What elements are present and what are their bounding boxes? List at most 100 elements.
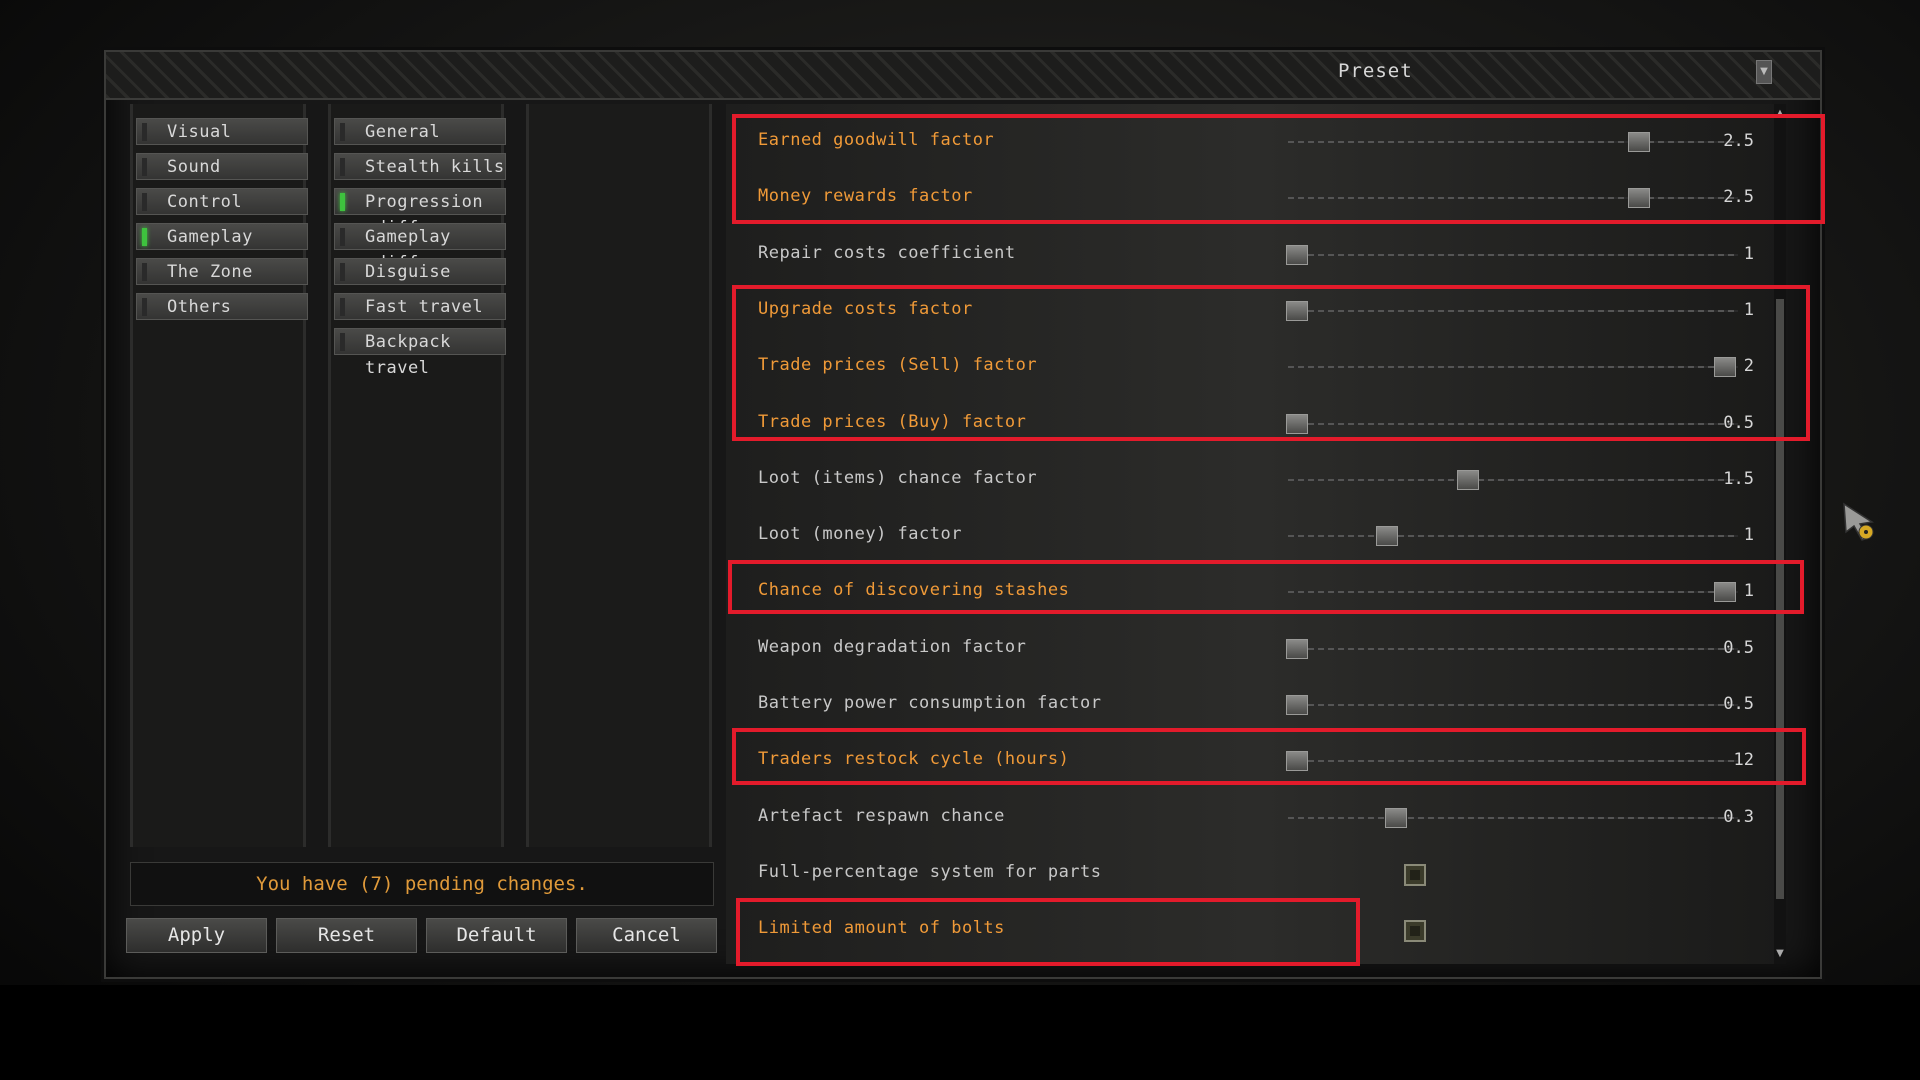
options-window: Preset ▼ Visual Sound Control Gameplay The Z…	[104, 50, 1822, 979]
slider-thumb[interactable]	[1713, 582, 1736, 603]
slider-thumb[interactable]	[1628, 132, 1650, 152]
cancel-button[interactable]: Cancel	[576, 918, 717, 953]
category-item-label: Control	[167, 192, 243, 212]
setting-slider[interactable]	[1286, 695, 1738, 715]
setting-slider[interactable]	[1288, 469, 1738, 490]
slider-thumb[interactable]	[1628, 188, 1650, 209]
setting-label: Loot (money) factor	[758, 524, 962, 545]
setting-slider[interactable]	[1288, 132, 1738, 152]
setting-value: 1	[1743, 581, 1754, 602]
subcategory-item-gameplay-diff[interactable]: Gameplay .diff	[334, 223, 506, 273]
setting-label: Limited amount of bolts	[758, 918, 1005, 939]
subcategory-item-disguise[interactable]: Disguise	[334, 258, 506, 285]
slider-thumb[interactable]	[1376, 526, 1398, 547]
letterbox-bottom	[0, 985, 1920, 1080]
status-led-icon	[340, 193, 345, 211]
slider-thumb[interactable]	[1286, 244, 1308, 265]
setting-slider[interactable]	[1288, 357, 1738, 378]
subcategory-item-general[interactable]: General	[334, 118, 506, 145]
setting-value: 0.3	[1723, 806, 1754, 827]
default-button[interactable]: Default	[426, 918, 567, 953]
subcategory-item-fast-travel[interactable]: Fast travel	[334, 293, 506, 320]
subcategory-item-progression-diff[interactable]: Progression .diff	[334, 188, 506, 238]
status-led-icon	[142, 123, 147, 141]
category-item-label: The Zone	[167, 262, 253, 282]
subcategory-item-label: General	[365, 122, 441, 142]
category-item-sound[interactable]: Sound	[136, 153, 308, 180]
subcategory-item-label: Disguise	[365, 262, 451, 282]
category-item-visual[interactable]: Visual	[136, 118, 308, 145]
setting-row: Limited amount of bolts	[726, 902, 1786, 958]
reset-button[interactable]: Reset	[276, 918, 417, 953]
slider-thumb[interactable]	[1286, 413, 1308, 434]
setting-row: Full-percentage system for parts	[726, 846, 1786, 902]
setting-value: 0.5	[1723, 637, 1754, 658]
status-led-icon	[340, 263, 345, 281]
category-item-label: Sound	[167, 157, 221, 177]
setting-label: Trade prices (Buy) factor	[758, 411, 1027, 432]
settings-panel: ▲ ▼ Earned goodwill factor 2.5 Money rewar…	[726, 104, 1786, 964]
setting-checkbox[interactable]	[1404, 863, 1426, 886]
setting-row: Trade prices (Sell) factor 2	[726, 339, 1786, 395]
setting-row: Trade prices (Buy) factor 0.5	[726, 396, 1786, 452]
setting-value: 1	[1743, 299, 1754, 320]
setting-value: 2.5	[1723, 187, 1754, 208]
setting-value: 0.5	[1723, 412, 1754, 433]
slider-thumb[interactable]	[1286, 695, 1308, 715]
apply-button[interactable]: Apply	[126, 918, 267, 953]
slider-thumb[interactable]	[1286, 300, 1308, 321]
setting-row: Artefact respawn chance 0.3	[726, 790, 1786, 846]
category-column	[130, 104, 306, 847]
setting-label: Money rewards factor	[758, 186, 973, 207]
status-led-icon	[142, 158, 147, 176]
pending-changes-status: You have (7) pending changes.	[130, 862, 714, 906]
setting-slider[interactable]	[1288, 526, 1738, 547]
subcategory-item-stealth-kills[interactable]: Stealth kills	[334, 153, 506, 180]
setting-label: Trade prices (Sell) factor	[758, 355, 1038, 376]
setting-label: Weapon degradation factor	[758, 636, 1027, 657]
status-led-icon	[340, 298, 345, 316]
setting-slider[interactable]	[1286, 638, 1738, 659]
setting-value: 2	[1743, 356, 1754, 377]
setting-slider[interactable]	[1286, 300, 1738, 321]
slider-thumb[interactable]	[1713, 357, 1736, 378]
setting-label: Repair costs coefficient	[758, 242, 1016, 263]
setting-slider[interactable]	[1286, 244, 1738, 265]
setting-row: Loot (items) chance factor 1.5	[726, 452, 1786, 508]
status-led-icon	[142, 193, 147, 211]
radiation-cursor-icon	[1843, 502, 1875, 541]
slider-thumb[interactable]	[1286, 638, 1308, 659]
setting-slider[interactable]	[1288, 582, 1738, 603]
setting-label: Earned goodwill factor	[758, 130, 995, 150]
category-item-label: Gameplay	[167, 227, 253, 247]
setting-row: Traders restock cycle (hours) 12	[726, 733, 1786, 789]
slider-thumb[interactable]	[1286, 751, 1308, 772]
subcategory-item-label: Fast travel	[365, 297, 484, 317]
category-item-control[interactable]: Control	[136, 188, 308, 215]
setting-slider[interactable]	[1286, 751, 1738, 772]
setting-slider[interactable]	[1288, 188, 1738, 209]
slider-thumb[interactable]	[1385, 807, 1407, 828]
subcategory-item-backpack-travel[interactable]: Backpack travel	[334, 328, 506, 378]
setting-value: 1.5	[1723, 468, 1754, 489]
setting-label: Traders restock cycle (hours)	[758, 749, 1070, 770]
category-item-the-zone[interactable]: The Zone	[136, 258, 308, 285]
status-led-icon	[340, 158, 345, 176]
setting-label: Full-percentage system for parts	[758, 861, 1102, 882]
preset-dropdown-button[interactable]: ▼	[1756, 60, 1772, 84]
category-item-gameplay[interactable]: Gameplay	[136, 223, 308, 250]
category-item-others[interactable]: Others	[136, 293, 308, 320]
slider-thumb[interactable]	[1457, 469, 1479, 490]
setting-label: Artefact respawn chance	[758, 805, 1005, 826]
setting-row: Repair costs coefficient 1	[726, 227, 1786, 283]
status-led-icon	[142, 263, 147, 281]
setting-label: Battery power consumption factor	[758, 693, 1102, 713]
setting-slider[interactable]	[1288, 807, 1738, 828]
status-led-icon	[142, 298, 147, 316]
setting-value: 12	[1733, 750, 1754, 771]
setting-checkbox[interactable]	[1404, 920, 1426, 943]
empty-column	[526, 104, 712, 847]
category-item-label: Visual	[167, 122, 232, 142]
setting-slider[interactable]	[1286, 413, 1738, 434]
setting-row: Chance of discovering stashes 1	[726, 564, 1786, 620]
